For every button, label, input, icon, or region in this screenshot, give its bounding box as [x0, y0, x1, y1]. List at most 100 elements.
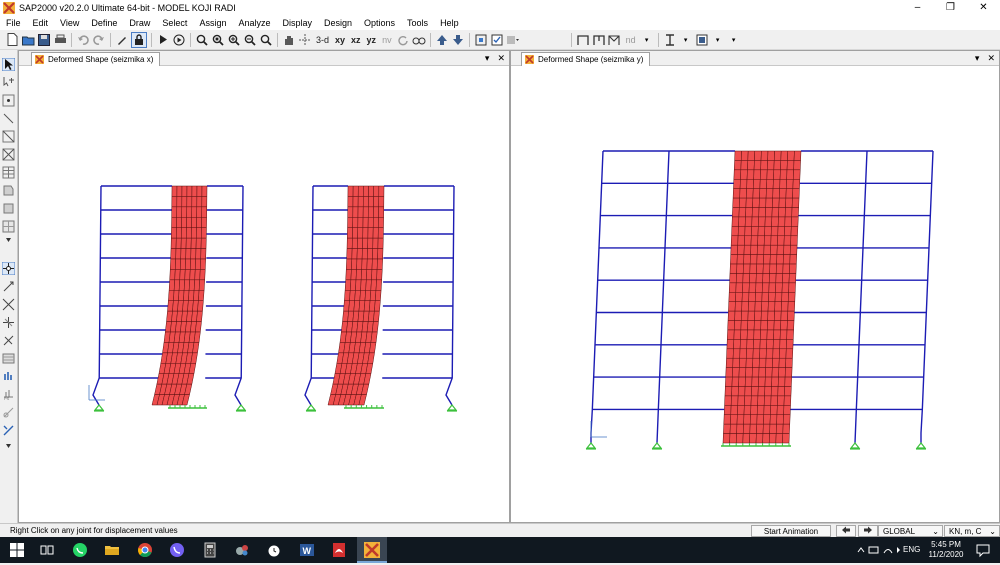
set-display-icon[interactable] [490, 33, 504, 47]
draw-brace-tool-icon[interactable] [2, 148, 15, 161]
select-line-icon[interactable] [2, 280, 15, 293]
left-toolbar-more-2-icon[interactable] [2, 442, 15, 450]
viber-icon[interactable] [169, 542, 185, 558]
draw-brace-icon[interactable] [608, 33, 622, 47]
view-xy-button[interactable]: xy [335, 35, 345, 45]
move-down-icon[interactable] [451, 33, 465, 47]
start-animation-button[interactable]: Start Animation [751, 525, 831, 537]
view-nv-button[interactable]: nv [382, 35, 392, 45]
set-limits-icon[interactable] [298, 33, 312, 47]
left-panel-close-icon[interactable]: ✕ [497, 51, 505, 65]
section-dropdown-icon[interactable]: ▾ [679, 33, 693, 47]
pan-hand-icon[interactable] [282, 33, 296, 47]
nd-dropdown-icon[interactable]: ▾ [640, 33, 654, 47]
select-point-icon[interactable] [2, 262, 15, 275]
draw-area-icon[interactable] [2, 184, 15, 197]
calculator-icon[interactable] [202, 542, 218, 558]
right-view-tab[interactable]: Deformed Shape (seizmika y) [521, 52, 651, 66]
undo-icon[interactable] [76, 33, 90, 47]
windows-start-icon[interactable] [9, 542, 25, 558]
display-box-icon[interactable] [695, 33, 709, 47]
sap2000-taskbar-button[interactable] [357, 537, 387, 563]
menu-edit[interactable]: Edit [27, 18, 55, 28]
draw-line-icon[interactable] [2, 112, 15, 125]
menu-design[interactable]: Design [318, 18, 358, 28]
restore-button[interactable]: ❐ [934, 0, 967, 15]
menu-select[interactable]: Select [156, 18, 193, 28]
run-icon[interactable] [156, 33, 170, 47]
coord-system-select[interactable]: GLOBAL ⌄ [878, 525, 943, 537]
draw-special-icon[interactable] [592, 33, 606, 47]
right-panel-dropdown-icon[interactable]: ▾ [975, 51, 980, 65]
menu-display[interactable]: Display [276, 18, 318, 28]
quick-draw-area-icon[interactable] [2, 220, 15, 233]
view-yz-button[interactable]: yz [367, 35, 377, 45]
view-3d-button[interactable]: 3-d [316, 35, 329, 45]
pointer-icon[interactable] [2, 58, 15, 71]
right-panel-close-icon[interactable]: ✕ [987, 51, 995, 65]
draw-grid-icon[interactable] [2, 166, 15, 179]
clock[interactable]: 5:45 PM 11/2/2020 [925, 537, 967, 563]
object-shrink-icon[interactable] [474, 33, 488, 47]
menu-draw[interactable]: Draw [123, 18, 156, 28]
left-panel-dropdown-icon[interactable]: ▾ [485, 51, 490, 65]
left-toolbar-more-icon[interactable] [2, 236, 15, 244]
display-dropdown-icon[interactable]: ▾ [711, 33, 725, 47]
language-indicator[interactable]: ENG [903, 537, 920, 563]
nd-button[interactable]: nd [626, 35, 636, 45]
menu-help[interactable]: Help [434, 18, 465, 28]
open-icon[interactable] [21, 33, 35, 47]
options-icon[interactable] [506, 33, 520, 47]
redo-icon[interactable] [92, 33, 106, 47]
pdf-icon[interactable] [331, 542, 347, 558]
lock-icon[interactable] [131, 31, 147, 48]
draw-rect-area-icon[interactable] [2, 202, 15, 215]
pencil-icon[interactable] [115, 33, 129, 47]
select-axis-icon[interactable] [2, 334, 15, 347]
view-xz-button[interactable]: xz [351, 35, 361, 45]
draw-frame-tool-icon[interactable] [2, 130, 15, 143]
print-icon[interactable] [53, 33, 67, 47]
new-file-icon[interactable] [5, 33, 19, 47]
file-explorer-icon[interactable] [104, 542, 120, 558]
rotate-icon[interactable] [396, 33, 410, 47]
step-back-button[interactable] [836, 525, 856, 537]
draw-joint-icon[interactable] [2, 94, 15, 107]
task-view-icon[interactable] [39, 542, 55, 558]
menu-analyze[interactable]: Analyze [232, 18, 276, 28]
notifications-icon[interactable] [975, 542, 991, 558]
run-step-icon[interactable] [172, 33, 186, 47]
assign-section-icon[interactable] [2, 406, 15, 419]
assign-restraint-icon[interactable] [2, 370, 15, 383]
deformed-shape-y-canvas[interactable] [511, 65, 999, 522]
menu-define[interactable]: Define [85, 18, 123, 28]
zoom-window-icon[interactable] [195, 33, 209, 47]
app-gear-icon[interactable] [234, 542, 250, 558]
section-cut-icon[interactable] [663, 33, 677, 47]
more-dropdown-icon[interactable]: ▾ [727, 33, 741, 47]
select-intersect-icon[interactable] [2, 298, 15, 311]
whatsapp-icon[interactable] [72, 542, 88, 558]
reshaper-icon[interactable] [2, 76, 15, 89]
word-icon[interactable]: W [299, 542, 315, 558]
units-select[interactable]: KN, m, C ⌄ [944, 525, 1000, 537]
menu-options[interactable]: Options [358, 18, 401, 28]
alarm-clock-icon[interactable] [266, 542, 282, 558]
display-deformed-icon[interactable] [2, 424, 15, 437]
menu-view[interactable]: View [54, 18, 85, 28]
right-view-panel[interactable]: Deformed Shape (seizmika y) ▾ ✕ [510, 50, 1000, 523]
menu-tools[interactable]: Tools [401, 18, 434, 28]
move-up-icon[interactable] [435, 33, 449, 47]
menu-file[interactable]: File [0, 18, 27, 28]
perspective-icon[interactable] [412, 33, 426, 47]
system-tray-icons[interactable] [855, 537, 905, 563]
step-forward-button[interactable] [858, 525, 878, 537]
zoom-in-icon[interactable] [227, 33, 241, 47]
menu-assign[interactable]: Assign [193, 18, 232, 28]
select-all-icon[interactable] [2, 352, 15, 365]
zoom-previous-icon[interactable] [259, 33, 273, 47]
left-view-panel[interactable]: Deformed Shape (seizmika x) ▾ ✕ [18, 50, 510, 523]
zoom-out-icon[interactable] [243, 33, 257, 47]
left-view-tab[interactable]: Deformed Shape (seizmika x) [31, 52, 161, 66]
assign-load-icon[interactable]: PS [2, 388, 15, 401]
